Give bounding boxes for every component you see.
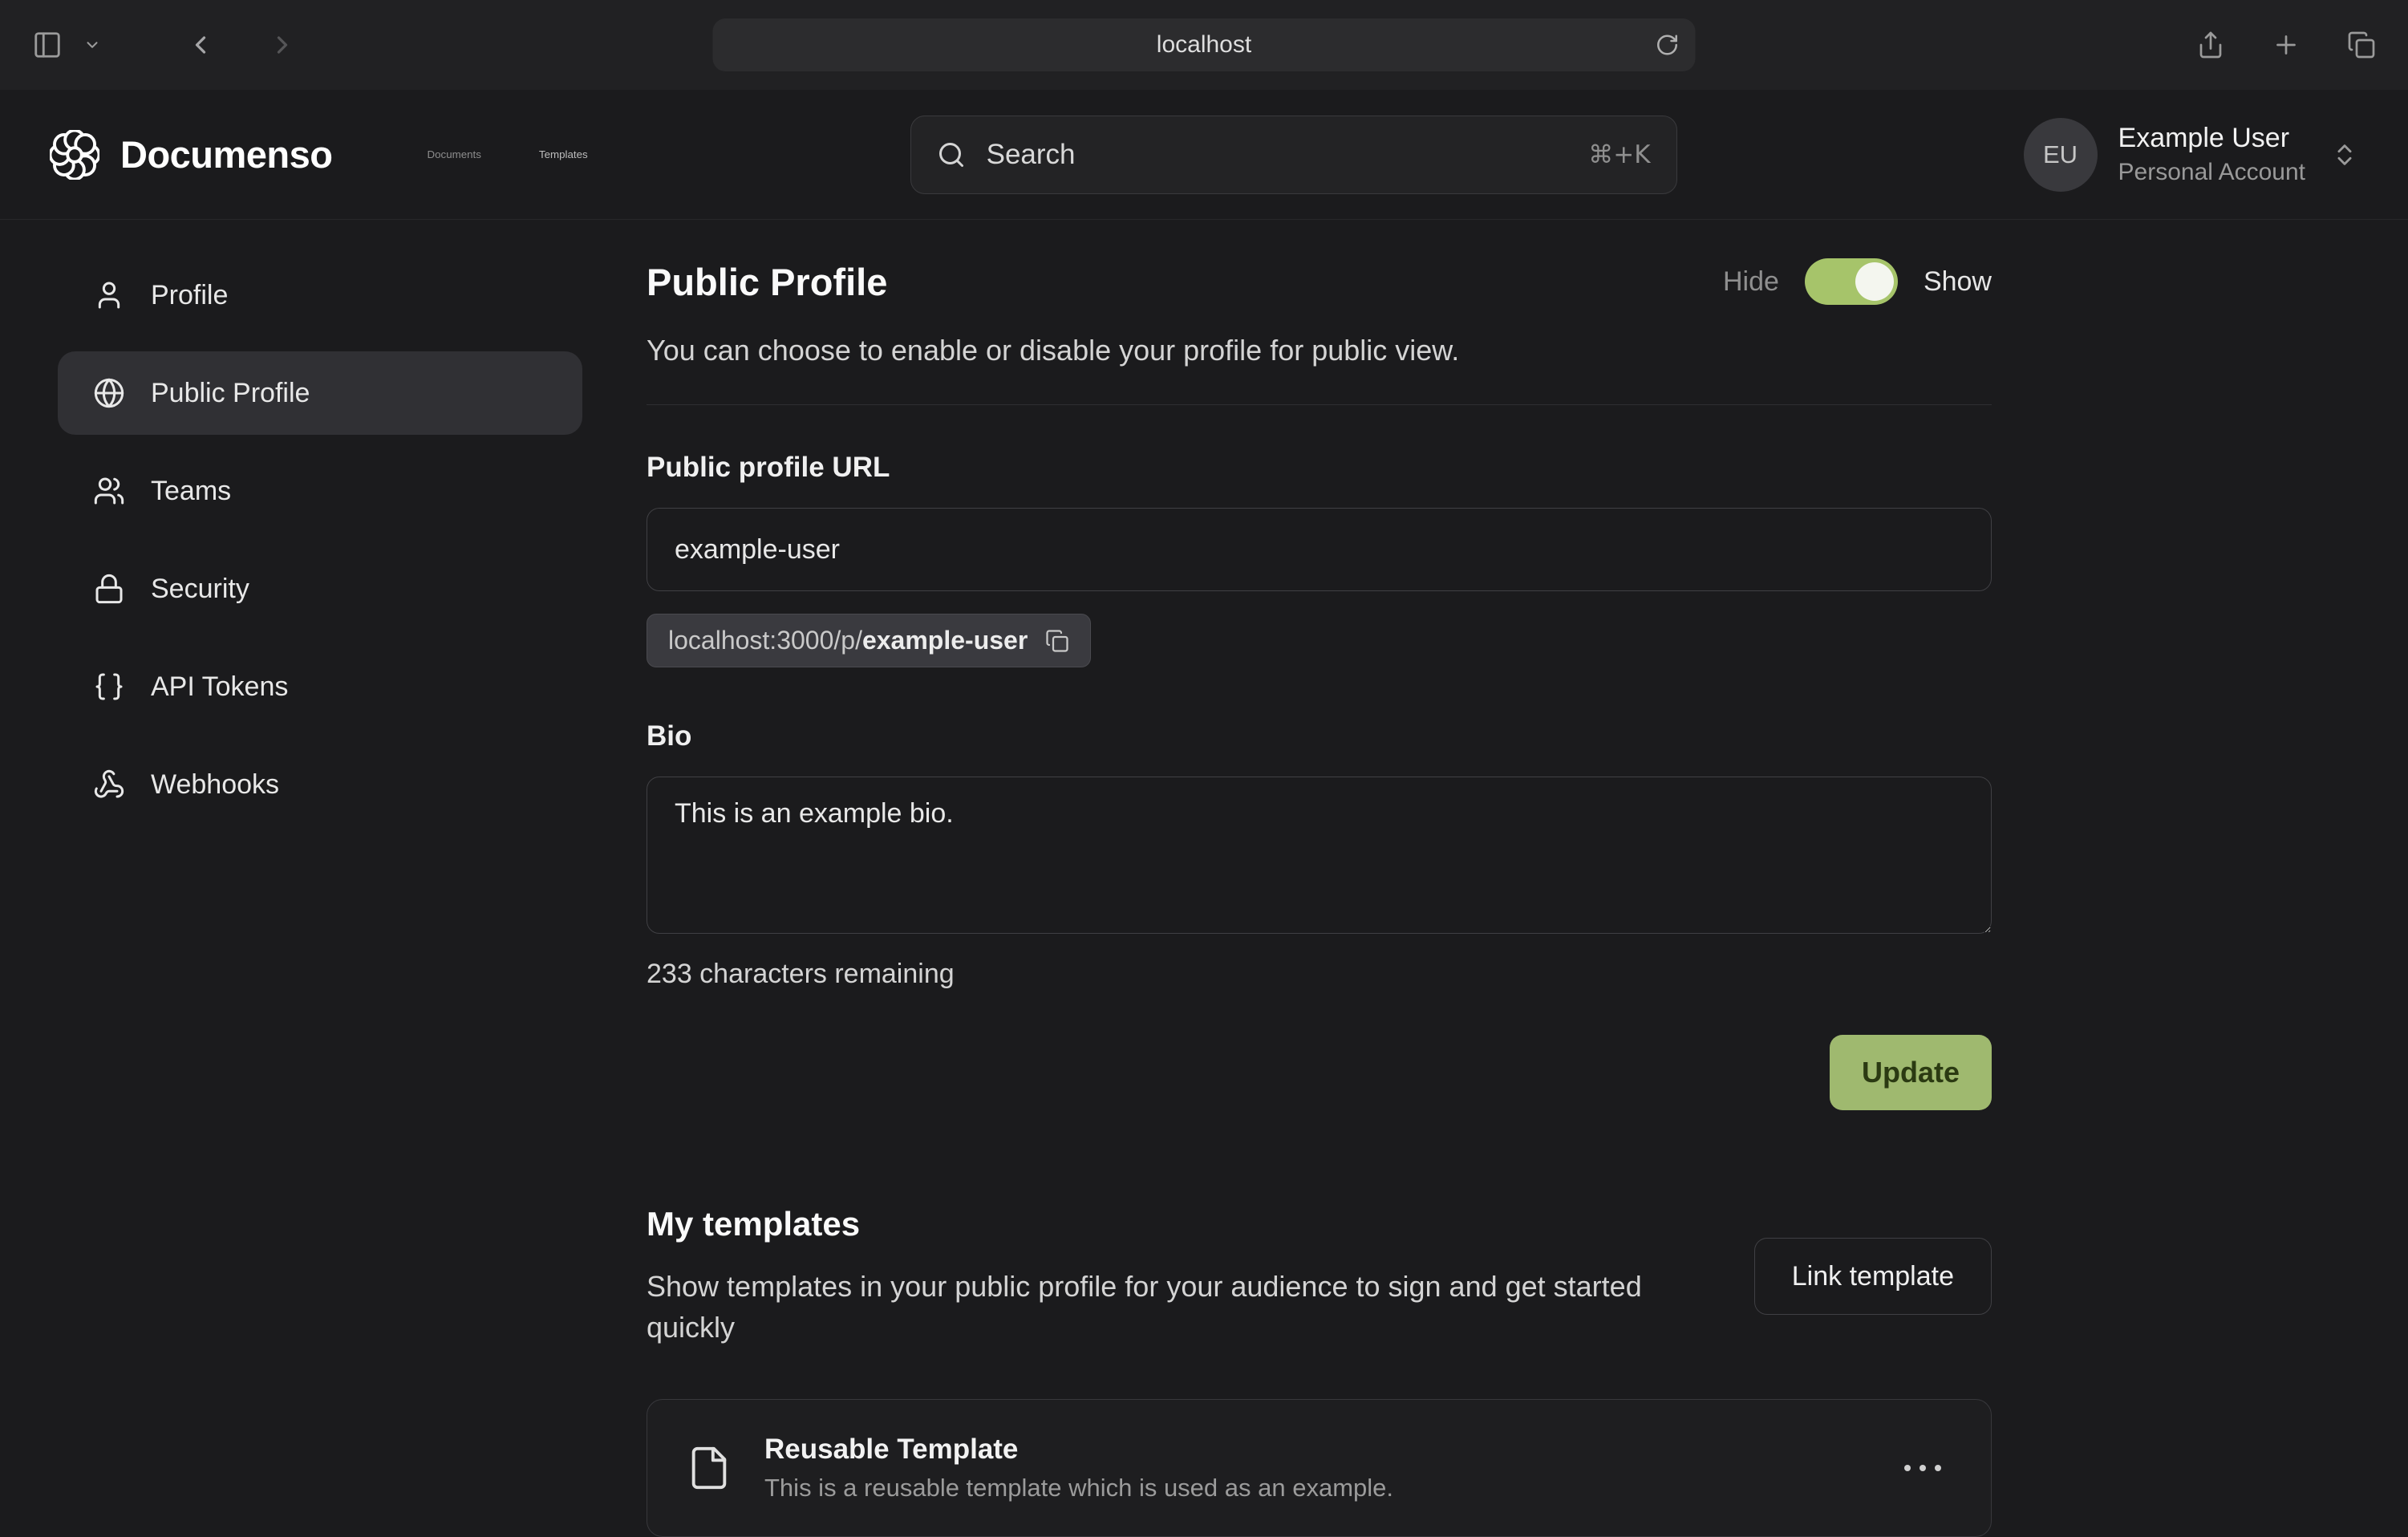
copy-icon bbox=[1045, 629, 1069, 653]
search-input[interactable] bbox=[987, 139, 1568, 171]
templates-header-text: My templates Show templates in your publ… bbox=[647, 1205, 1705, 1348]
sidebar-menu-button[interactable] bbox=[79, 31, 106, 59]
new-tab-button[interactable] bbox=[2267, 26, 2305, 64]
characters-remaining: 233 characters remaining bbox=[647, 959, 1992, 990]
link-template-button[interactable]: Link template bbox=[1754, 1238, 1992, 1315]
user-name: Example User bbox=[2118, 123, 2305, 154]
globe-icon bbox=[93, 377, 125, 409]
settings-sidebar: Profile Public Profile Teams Security AP… bbox=[0, 220, 647, 1516]
user-meta: Example User Personal Account bbox=[2118, 123, 2305, 186]
reload-button[interactable] bbox=[1656, 33, 1680, 57]
toggle-show-label: Show bbox=[1924, 266, 1992, 298]
sidebar-item-label: Profile bbox=[151, 280, 228, 311]
sidebar-item-api-tokens[interactable]: API Tokens bbox=[58, 645, 582, 728]
sidebar-item-security[interactable]: Security bbox=[58, 547, 582, 631]
profile-url-input[interactable] bbox=[647, 508, 1992, 591]
reload-icon bbox=[1656, 33, 1680, 57]
share-button[interactable] bbox=[2191, 26, 2230, 64]
page-title: Public Profile bbox=[647, 260, 887, 304]
browser-back-button[interactable] bbox=[181, 26, 220, 64]
chevron-left-icon bbox=[186, 30, 215, 59]
avatar: EU bbox=[2024, 118, 2098, 192]
url-field-label: Public profile URL bbox=[647, 452, 1992, 484]
pill-slug: example-user bbox=[862, 626, 1028, 655]
panel-left-icon bbox=[32, 30, 63, 60]
sidebar-item-teams[interactable]: Teams bbox=[58, 449, 582, 533]
browser-forward-button[interactable] bbox=[263, 26, 302, 64]
sidebar-item-webhooks[interactable]: Webhooks bbox=[58, 743, 582, 826]
templates-header: My templates Show templates in your publ… bbox=[647, 1205, 1992, 1348]
app-header: Documenso Documents Templates ⌘+K EU Exa… bbox=[0, 90, 2408, 220]
update-button[interactable]: Update bbox=[1830, 1035, 1992, 1110]
more-options-button[interactable] bbox=[1893, 1454, 1952, 1482]
search-icon bbox=[937, 140, 966, 169]
bio-textarea[interactable]: This is an example bio. bbox=[647, 777, 1992, 934]
sidebar-item-label: API Tokens bbox=[151, 671, 288, 703]
browser-url-text: localhost bbox=[1157, 31, 1251, 59]
divider bbox=[647, 404, 1992, 405]
browser-nav-controls bbox=[27, 25, 302, 65]
profile-url-pill[interactable]: localhost:3000/p/example-user bbox=[647, 614, 1091, 667]
page-description: You can choose to enable or disable your… bbox=[647, 334, 1992, 367]
nav-documents[interactable]: Documents bbox=[428, 148, 481, 160]
chevron-down-icon bbox=[83, 36, 101, 54]
browser-toolbar-right bbox=[2191, 26, 2381, 64]
visibility-toggle-row: Hide Show bbox=[1723, 258, 1992, 305]
template-title: Reusable Template bbox=[764, 1434, 1393, 1466]
copy-url-button[interactable] bbox=[1045, 629, 1069, 653]
user-account: Personal Account bbox=[2118, 159, 2305, 186]
user-icon bbox=[93, 279, 125, 311]
share-icon bbox=[2196, 30, 2225, 59]
brand[interactable]: Documenso bbox=[50, 130, 333, 180]
main-content: Public Profile Hide Show You can choose … bbox=[647, 220, 1992, 1516]
template-card[interactable]: Reusable Template This is a reusable tem… bbox=[647, 1399, 1992, 1537]
browser-url-bar[interactable]: localhost bbox=[713, 18, 1696, 71]
tabs-icon bbox=[2347, 30, 2376, 59]
sidebar-item-profile[interactable]: Profile bbox=[58, 253, 582, 337]
user-menu[interactable]: EU Example User Personal Account bbox=[2024, 118, 2358, 192]
lock-icon bbox=[93, 573, 125, 605]
chevron-right-icon bbox=[268, 30, 297, 59]
toggle-hide-label: Hide bbox=[1723, 266, 1779, 298]
pill-prefix: localhost:3000/p/ bbox=[668, 626, 862, 655]
toggle-knob bbox=[1855, 262, 1894, 301]
sidebar-toggle-button[interactable] bbox=[27, 25, 67, 65]
search-shortcut: ⌘+K bbox=[1588, 140, 1650, 169]
top-nav: Documents Templates bbox=[428, 148, 588, 160]
sidebar-item-label: Security bbox=[151, 574, 249, 605]
update-row: Update bbox=[647, 1035, 1992, 1110]
sidebar-item-label: Webhooks bbox=[151, 769, 279, 801]
template-description: This is a reusable template which is use… bbox=[764, 1474, 1393, 1503]
template-card-text: Reusable Template This is a reusable tem… bbox=[764, 1434, 1393, 1503]
sidebar-item-label: Public Profile bbox=[151, 378, 310, 409]
braces-icon bbox=[93, 671, 125, 703]
brand-name: Documenso bbox=[120, 132, 333, 176]
tab-overview-button[interactable] bbox=[2342, 26, 2381, 64]
users-icon bbox=[93, 475, 125, 507]
nav-templates[interactable]: Templates bbox=[539, 148, 588, 160]
bio-field-label: Bio bbox=[647, 720, 1992, 752]
webhook-icon bbox=[93, 768, 125, 801]
sidebar-item-public-profile[interactable]: Public Profile bbox=[58, 351, 582, 435]
documenso-logo-icon bbox=[50, 130, 99, 180]
app-body: Profile Public Profile Teams Security AP… bbox=[0, 220, 2408, 1516]
browser-chrome: localhost bbox=[0, 0, 2408, 90]
ellipsis-icon bbox=[1904, 1465, 1911, 1471]
templates-title: My templates bbox=[647, 1205, 1705, 1243]
search-bar[interactable]: ⌘+K bbox=[910, 116, 1677, 194]
chevrons-up-down-icon bbox=[2331, 141, 2358, 168]
file-icon bbox=[686, 1445, 732, 1491]
sidebar-item-label: Teams bbox=[151, 476, 231, 507]
plus-icon bbox=[2272, 30, 2301, 59]
templates-description: Show templates in your public profile fo… bbox=[647, 1266, 1705, 1348]
profile-visibility-toggle[interactable] bbox=[1805, 258, 1898, 305]
page-head: Public Profile Hide Show bbox=[647, 258, 1992, 305]
pill-text: localhost:3000/p/example-user bbox=[668, 626, 1028, 655]
